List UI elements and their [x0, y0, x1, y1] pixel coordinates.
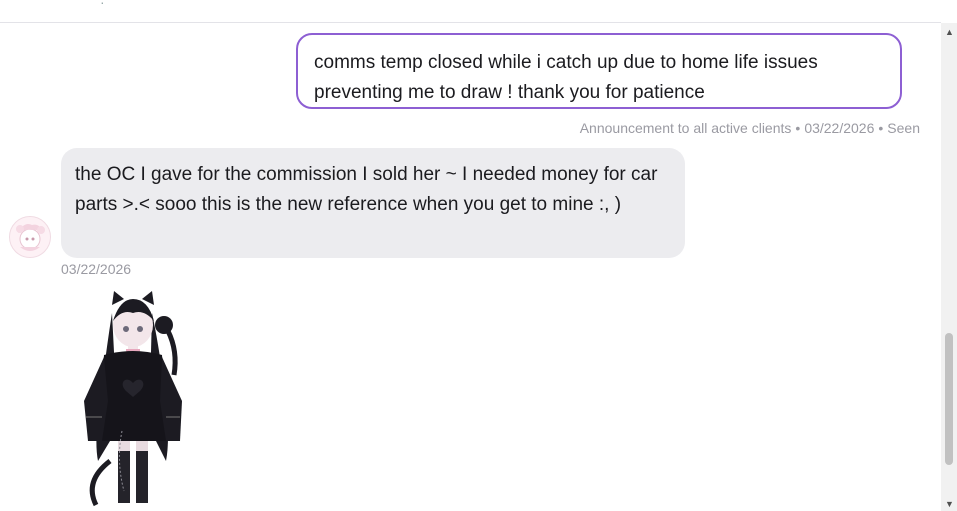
avatar-image — [10, 217, 50, 257]
outgoing-message-text: comms temp closed while i catch up due t… — [314, 52, 818, 103]
image-attachment[interactable] — [70, 291, 200, 511]
sender-avatar[interactable] — [9, 216, 51, 258]
incoming-message-date: 03/22/2026 — [61, 261, 132, 277]
meta-separator: • — [878, 120, 884, 136]
scrollbar-thumb[interactable] — [945, 333, 953, 465]
outgoing-message-bubble: comms temp closed while i catch up due t… — [296, 33, 902, 109]
meta-separator: • — [795, 120, 801, 136]
top-bar: · — [0, 0, 941, 23]
partial-header-icon: · — [100, 0, 108, 10]
message-thread[interactable]: comms temp closed while i catch up due t… — [0, 23, 941, 511]
character-reference-image — [84, 291, 182, 507]
outgoing-meta-label: Announcement to all active clients — [579, 120, 792, 136]
chevron-up-icon[interactable]: ▲ — [945, 27, 954, 37]
outgoing-meta-date: 03/22/2026 — [804, 120, 875, 136]
incoming-message-bubble: the OC I gave for the commission I sold … — [61, 148, 685, 258]
outgoing-meta-status: Seen — [887, 120, 920, 136]
vertical-scrollbar[interactable]: ▲ ▼ — [941, 23, 957, 511]
chevron-down-icon[interactable]: ▼ — [945, 499, 954, 509]
outgoing-message-meta: Announcement to all active clients • 03/22… — [580, 120, 920, 136]
incoming-message-text: the OC I gave for the commission I sold … — [75, 164, 658, 215]
